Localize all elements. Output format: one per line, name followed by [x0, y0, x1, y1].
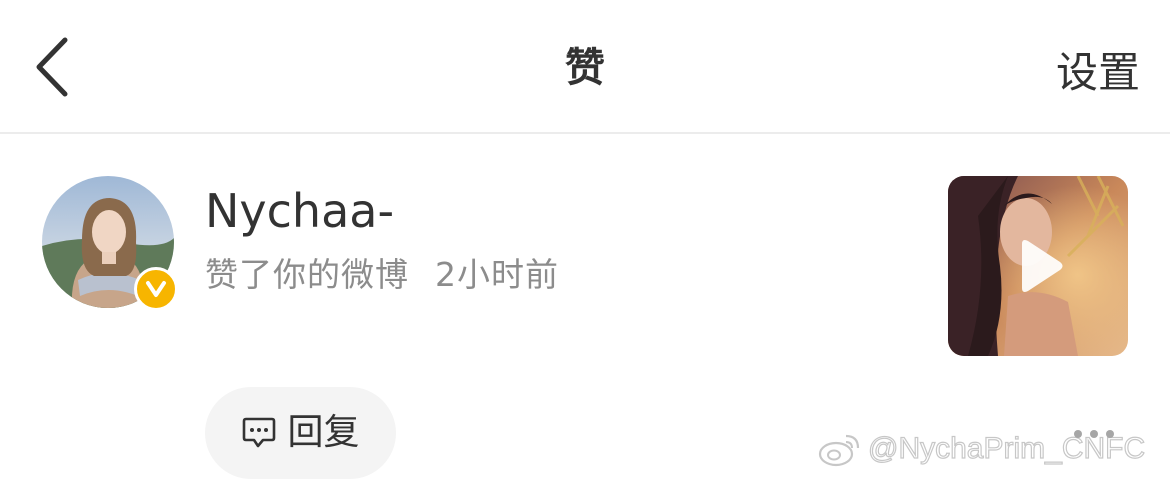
settings-button[interactable]: 设置 — [1056, 44, 1140, 102]
header-bar: 赞 设置 — [0, 0, 1170, 134]
action-label: 赞了你的微博 — [205, 255, 409, 294]
verified-badge — [134, 267, 178, 311]
post-thumbnail[interactable] — [948, 176, 1128, 356]
weibo-logo — [818, 434, 860, 467]
notification-description: 赞了你的微博 2小时前 — [205, 252, 559, 298]
more-dots-icon[interactable] — [1074, 427, 1114, 441]
timestamp: 2小时前 — [435, 255, 559, 294]
verified-v-icon — [146, 281, 166, 297]
comment-bubble-icon — [243, 417, 276, 448]
user-name[interactable]: Nychaa- — [205, 182, 394, 240]
page-title: 赞 — [565, 45, 605, 91]
play-icon — [1022, 240, 1063, 292]
reply-label: 回复 — [287, 412, 360, 453]
reply-button[interactable]: 回复 — [205, 387, 396, 479]
